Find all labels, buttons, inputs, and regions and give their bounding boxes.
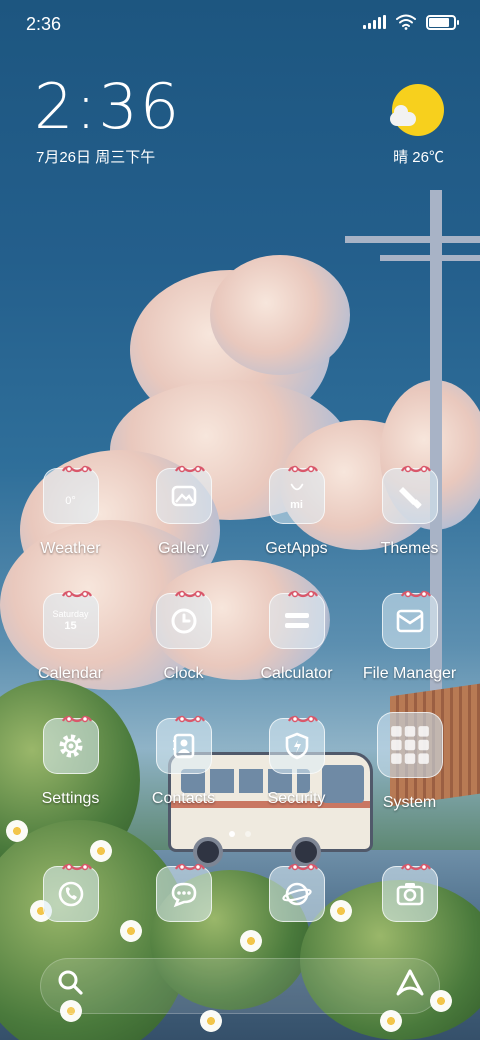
app-label: File Manager <box>362 665 457 682</box>
cellular-signal-icon <box>363 15 386 29</box>
clock-widget-date: 7月26日 周三下午 <box>36 149 156 166</box>
page-indicator <box>0 831 480 837</box>
assistant-icon[interactable] <box>394 968 426 998</box>
browser-icon[interactable] <box>268 863 325 922</box>
app-getapps[interactable]: mi GetApps <box>240 465 353 578</box>
page-dot-2[interactable] <box>245 831 251 837</box>
gear-icon[interactable] <box>42 715 99 774</box>
app-file-manager[interactable]: File Manager <box>353 590 466 703</box>
app-weather[interactable]: 0° Weather <box>14 465 127 578</box>
clock-icon[interactable] <box>155 590 212 649</box>
app-system[interactable]: System <box>353 712 466 828</box>
app-themes[interactable]: Themes <box>353 465 466 578</box>
camera-icon[interactable] <box>381 863 438 922</box>
status-icons <box>363 14 459 30</box>
getapps-icon[interactable]: mi <box>268 465 325 524</box>
app-label: Contacts <box>151 790 216 807</box>
search-icon[interactable] <box>56 968 86 998</box>
calculator-icon[interactable] <box>268 590 325 649</box>
app-gallery[interactable]: Gallery <box>127 465 240 578</box>
calendar-glyph-day: Saturday <box>52 609 89 619</box>
app-security[interactable]: Security <box>240 715 353 828</box>
clock-widget-time[interactable]: 2:36 <box>34 76 181 138</box>
weather-widget[interactable]: 晴 26℃ <box>364 84 444 174</box>
phone-icon[interactable] <box>42 863 99 922</box>
app-label: Calendar <box>38 665 103 682</box>
app-label: GetApps <box>265 540 328 557</box>
wifi-icon <box>396 14 416 30</box>
gallery-icon[interactable] <box>155 465 212 524</box>
status-time: 2:36 <box>26 14 62 34</box>
app-label: Security <box>267 790 326 807</box>
app-label: Calculator <box>260 665 333 682</box>
app-label: Themes <box>380 540 439 557</box>
app-label: Settings <box>41 790 100 807</box>
messages-icon[interactable] <box>155 863 212 922</box>
app-settings[interactable]: Settings <box>14 715 127 828</box>
app-calculator[interactable]: Calculator <box>240 590 353 703</box>
themes-brush-icon[interactable] <box>381 465 438 524</box>
app-label: Weather <box>40 540 101 557</box>
calendar-icon[interactable]: Saturday 15 <box>42 590 99 649</box>
app-label: Gallery <box>158 540 209 557</box>
page-dot-1[interactable] <box>229 831 235 837</box>
app-clock[interactable]: Clock <box>127 590 240 703</box>
shield-icon[interactable] <box>268 715 325 774</box>
battery-icon <box>426 14 459 30</box>
app-contacts[interactable]: Contacts <box>127 715 240 828</box>
app-calendar[interactable]: Saturday 15 Calendar <box>14 590 127 703</box>
status-bar: 2:36 <box>0 0 480 50</box>
getapps-glyph-text: mi <box>290 499 303 511</box>
weather-widget-text: 晴 26℃ <box>393 149 444 166</box>
weather-icon[interactable]: 0° <box>42 465 99 524</box>
contacts-icon[interactable] <box>155 715 212 774</box>
weather-glyph-text: 0° <box>65 495 76 507</box>
folder-grid-icon[interactable] <box>376 712 443 778</box>
folder-icon[interactable] <box>381 590 438 649</box>
app-label: Clock <box>163 665 204 682</box>
calendar-glyph-date: 15 <box>64 619 77 632</box>
home-search-bar[interactable] <box>40 958 440 1014</box>
app-label: System <box>382 794 437 811</box>
